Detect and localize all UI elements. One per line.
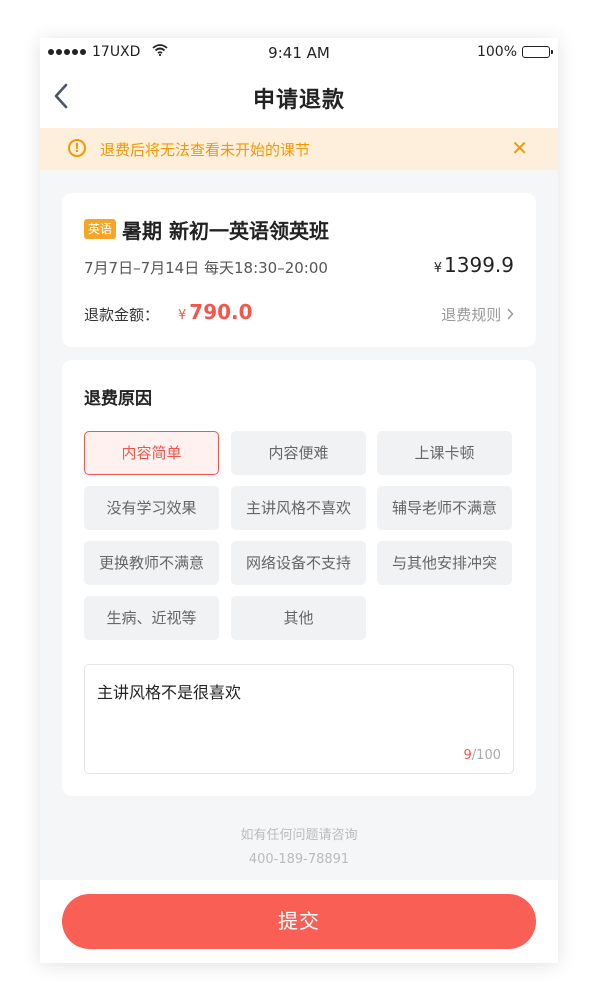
char-count-max: /100 [471, 748, 501, 763]
refund-rules-link[interactable]: 退费规则 [441, 304, 514, 325]
notice-banner: ! 退费后将无法查看未开始的课节 ✕ [40, 128, 558, 170]
contact-hint: 如有任何问题请咨询 [240, 828, 358, 843]
course-title: 暑期 新初一英语领英班 [122, 219, 329, 243]
comment-text: 主讲风格不是很喜欢 [97, 683, 242, 702]
reason-option[interactable]: 内容便难 [231, 431, 366, 475]
notice-text: 退费后将无法查看未开始的课节 [100, 141, 311, 159]
char-count-current: 9 [463, 748, 472, 763]
reason-title: 退费原因 [84, 389, 152, 409]
subject-tag: 英语 [84, 219, 117, 239]
course-schedule: 7月7日–7月14日 每天18:30–20:00 [84, 259, 328, 277]
status-bar: 17UXD 9:41 AM 100% [40, 38, 558, 68]
reason-option[interactable]: 没有学习效果 [84, 486, 219, 530]
reason-option[interactable]: 更换教师不满意 [84, 541, 219, 585]
course-card: 英语 暑期 新初一英语领英班 7月7日–7月14日 每天18:30–20:00 … [62, 193, 536, 347]
bottom-bar: 提交 [40, 880, 558, 963]
comment-textarea[interactable]: 主讲风格不是很喜欢 9/100 [84, 664, 514, 774]
refund-rules-label: 退费规则 [441, 306, 502, 324]
char-counter: 9/100 [464, 748, 501, 763]
refund-amount: ¥790.0 [178, 300, 253, 324]
reason-option[interactable]: 辅导老师不满意 [377, 486, 512, 530]
warning-icon: ! [68, 139, 86, 157]
refund-currency: ¥ [178, 308, 187, 323]
reason-option[interactable]: 其他 [231, 596, 366, 640]
nav-bar: 申请退款 [40, 68, 558, 128]
reason-card: 退费原因 内容简单 内容便难 上课卡顿 没有学习效果 主讲风格不喜欢 辅导老师不… [62, 360, 536, 796]
price-value: 1399.9 [444, 253, 514, 277]
reason-option[interactable]: 网络设备不支持 [231, 541, 366, 585]
reason-option[interactable]: 与其他安排冲突 [377, 541, 512, 585]
refund-label: 退款金额： [84, 306, 160, 324]
close-icon[interactable]: ✕ [511, 136, 528, 160]
status-right: 100% [476, 44, 553, 60]
submit-button[interactable]: 提交 [62, 894, 536, 949]
battery-icon [522, 46, 553, 58]
chevron-right-icon [507, 308, 514, 320]
reason-option[interactable]: 生病、近视等 [84, 596, 219, 640]
contact-phone[interactable]: 400-189-78891 [40, 852, 558, 867]
price-currency: ¥ [433, 261, 443, 276]
page-title: 申请退款 [252, 88, 345, 113]
reason-option[interactable]: 主讲风格不喜欢 [231, 486, 366, 530]
reason-option[interactable]: 内容简单 [84, 431, 219, 475]
battery-percent: 100% [476, 44, 517, 60]
refund-value: 790.0 [189, 300, 253, 324]
course-price: ¥1399.9 [434, 253, 514, 277]
phone-frame: 17UXD 9:41 AM 100% 申请退款 ! 退费后将无法查看未开始的课节… [40, 38, 558, 963]
reason-option[interactable]: 上课卡顿 [377, 431, 512, 475]
